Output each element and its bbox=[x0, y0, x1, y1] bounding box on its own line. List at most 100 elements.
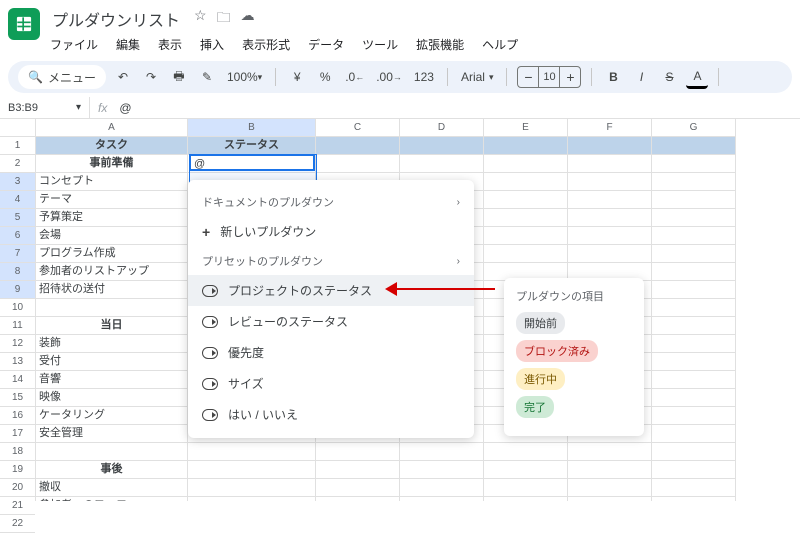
rowhead-9[interactable]: 9 bbox=[0, 281, 35, 299]
cell[interactable] bbox=[652, 335, 736, 353]
font-size-value[interactable]: 10 bbox=[538, 67, 560, 87]
name-box[interactable]: B3:B9▾ bbox=[0, 97, 90, 118]
cell[interactable] bbox=[316, 155, 400, 173]
rowhead-10[interactable]: 10 bbox=[0, 299, 35, 317]
cloud-icon[interactable]: ☁ bbox=[241, 7, 255, 31]
cell[interactable] bbox=[484, 497, 568, 501]
cell[interactable] bbox=[568, 173, 652, 191]
cell[interactable] bbox=[484, 191, 568, 209]
decrease-decimal[interactable]: .0← bbox=[342, 65, 367, 89]
cell[interactable]: テーマ bbox=[36, 191, 188, 209]
cell[interactable] bbox=[188, 461, 316, 479]
doc-title[interactable]: プルダウンリスト bbox=[48, 6, 184, 32]
tag-not-started[interactable]: 開始前 bbox=[516, 312, 565, 334]
cell[interactable] bbox=[652, 407, 736, 425]
cell[interactable] bbox=[568, 461, 652, 479]
cell[interactable]: 撤収 bbox=[36, 479, 188, 497]
header-cell-B[interactable]: ステータス bbox=[188, 137, 316, 155]
cell[interactable] bbox=[652, 173, 736, 191]
cell[interactable]: 招待状の送付 bbox=[36, 281, 188, 299]
move-icon[interactable]: 🗀 bbox=[217, 7, 231, 31]
cell[interactable] bbox=[568, 155, 652, 173]
rowhead-14[interactable]: 14 bbox=[0, 371, 35, 389]
dd-new-dropdown[interactable]: +新しいプルダウン bbox=[188, 216, 474, 247]
rowhead-22[interactable]: 22 bbox=[0, 515, 35, 533]
cell[interactable] bbox=[316, 479, 400, 497]
rowhead-20[interactable]: 20 bbox=[0, 479, 35, 497]
rowhead-6[interactable]: 6 bbox=[0, 227, 35, 245]
menu-insert[interactable]: 挿入 bbox=[198, 34, 226, 55]
dd-preset-priority[interactable]: 優先度 bbox=[188, 337, 474, 368]
cell[interactable]: ケータリング bbox=[36, 407, 188, 425]
cell[interactable] bbox=[652, 353, 736, 371]
cell[interactable]: 映像 bbox=[36, 389, 188, 407]
cell[interactable] bbox=[316, 461, 400, 479]
rowhead-7[interactable]: 7 bbox=[0, 245, 35, 263]
star-icon[interactable]: ☆ bbox=[194, 7, 207, 31]
menu-file[interactable]: ファイル bbox=[48, 34, 100, 55]
dd-preset-project-status[interactable]: プロジェクトのステータス bbox=[188, 275, 474, 306]
cell[interactable] bbox=[652, 443, 736, 461]
decrease-font-icon[interactable]: − bbox=[518, 69, 538, 85]
tag-complete[interactable]: 完了 bbox=[516, 396, 554, 418]
cell[interactable]: 参加者のリストアップ bbox=[36, 263, 188, 281]
tag-in-progress[interactable]: 進行中 bbox=[516, 368, 565, 390]
cell[interactable]: 安全管理 bbox=[36, 425, 188, 443]
menu-extensions[interactable]: 拡張機能 bbox=[414, 34, 466, 55]
rowhead-18[interactable]: 18 bbox=[0, 443, 35, 461]
cell[interactable] bbox=[652, 425, 736, 443]
cell[interactable]: 音響 bbox=[36, 371, 188, 389]
header-cell-A[interactable]: タスク bbox=[36, 137, 188, 155]
menu-format[interactable]: 表示形式 bbox=[240, 34, 292, 55]
cell[interactable]: 事前準備 bbox=[36, 155, 188, 173]
cell[interactable]: 受付 bbox=[36, 353, 188, 371]
menu-tools[interactable]: ツール bbox=[360, 34, 400, 55]
cell[interactable]: プログラム作成 bbox=[36, 245, 188, 263]
print-icon[interactable]: 🖶 bbox=[168, 65, 190, 89]
cell[interactable] bbox=[400, 497, 484, 501]
undo-icon[interactable]: ↶ bbox=[112, 65, 134, 89]
rowhead-12[interactable]: 12 bbox=[0, 335, 35, 353]
redo-icon[interactable]: ↷ bbox=[140, 65, 162, 89]
rowhead-5[interactable]: 5 bbox=[0, 209, 35, 227]
cell[interactable] bbox=[568, 479, 652, 497]
cell[interactable] bbox=[188, 443, 316, 461]
strike-button[interactable]: S bbox=[658, 65, 680, 89]
cell[interactable] bbox=[400, 443, 484, 461]
cell[interactable] bbox=[652, 479, 736, 497]
colhead-B[interactable]: B bbox=[188, 119, 316, 137]
cell[interactable] bbox=[568, 227, 652, 245]
menu-data[interactable]: データ bbox=[306, 34, 346, 55]
cell[interactable]: 装飾 bbox=[36, 335, 188, 353]
rowhead-17[interactable]: 17 bbox=[0, 425, 35, 443]
cell[interactable] bbox=[400, 461, 484, 479]
sheets-logo[interactable] bbox=[8, 8, 40, 40]
currency-button[interactable]: ¥ bbox=[286, 65, 308, 89]
menu-help[interactable]: ヘルプ bbox=[480, 34, 520, 55]
cell[interactable] bbox=[568, 443, 652, 461]
rowhead-16[interactable]: 16 bbox=[0, 407, 35, 425]
cell[interactable] bbox=[652, 227, 736, 245]
cell[interactable] bbox=[568, 191, 652, 209]
italic-button[interactable]: I bbox=[630, 65, 652, 89]
increase-font-icon[interactable]: + bbox=[560, 69, 580, 85]
select-all-corner[interactable] bbox=[0, 119, 35, 137]
cell[interactable] bbox=[652, 299, 736, 317]
cell[interactable] bbox=[652, 461, 736, 479]
cell[interactable] bbox=[484, 209, 568, 227]
cell[interactable]: コンセプト bbox=[36, 173, 188, 191]
text-color-button[interactable]: A bbox=[686, 65, 708, 89]
cell[interactable] bbox=[652, 245, 736, 263]
cell[interactable] bbox=[400, 479, 484, 497]
rowhead-11[interactable]: 11 bbox=[0, 317, 35, 335]
menu-view[interactable]: 表示 bbox=[156, 34, 184, 55]
cell[interactable] bbox=[652, 389, 736, 407]
menu-edit[interactable]: 編集 bbox=[114, 34, 142, 55]
cell[interactable] bbox=[188, 155, 316, 173]
increase-decimal[interactable]: .00→ bbox=[373, 65, 405, 89]
rowhead-15[interactable]: 15 bbox=[0, 389, 35, 407]
rowhead-4[interactable]: 4 bbox=[0, 191, 35, 209]
rowhead-19[interactable]: 19 bbox=[0, 461, 35, 479]
cell[interactable] bbox=[36, 299, 188, 317]
formula-input[interactable]: @ bbox=[115, 101, 131, 115]
